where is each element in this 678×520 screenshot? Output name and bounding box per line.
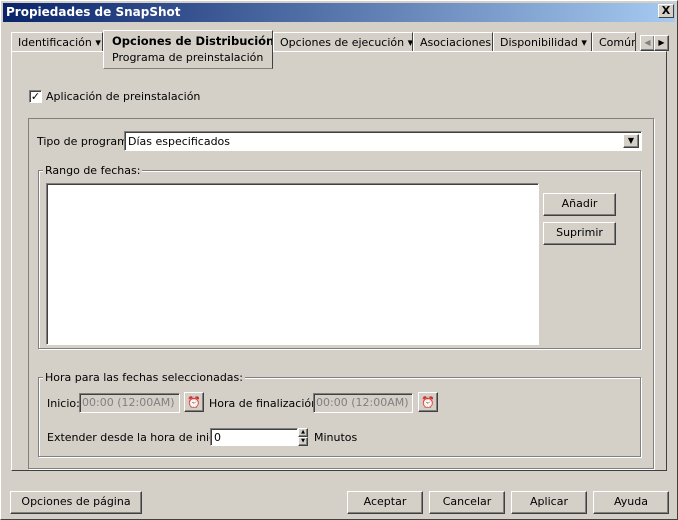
add-button[interactable]: Añadir [543,193,616,216]
tab-comun[interactable]: Común [592,32,636,52]
extend-minutes-field[interactable]: 0 [210,428,298,446]
end-time-field[interactable]: 00:00 (12:00AM) [313,393,413,413]
tab-opciones-distribucion[interactable]: Opciones de Distribución ▾ Programa de p… [103,30,273,69]
tab-label: Opciones de Distribución ▾ [112,34,273,48]
minutes-unit-label: Minutos [314,431,358,444]
tab-disponibilidad[interactable]: Disponibilidad ▾ [493,32,592,52]
ok-button[interactable]: Aceptar [347,491,423,514]
end-clock-button[interactable]: ⏰ [418,392,438,412]
chevron-down-icon[interactable]: ▼ [623,134,639,148]
title-bar: Propiedades de SnapShot [3,3,675,22]
preinstall-checkbox-label: Aplicación de preinstalación [46,90,201,103]
time-group: Hora para las fechas seleccionadas: [38,371,641,457]
window-title: Propiedades de SnapShot [6,5,181,19]
tab-identificacion[interactable]: Identificación ▾ [11,32,103,52]
end-label: Hora de finalización: [209,397,322,410]
start-clock-button[interactable]: ⏰ [184,392,204,412]
apply-button[interactable]: Aplicar [511,491,587,514]
cancel-button[interactable]: Cancelar [429,491,505,514]
start-time-field[interactable]: 00:00 (12:00AM) [79,393,180,413]
time-legend: Hora para las fechas seleccionadas: [43,371,245,384]
tab-scroll-left-button[interactable]: ◀ [640,35,655,51]
start-label: Inicio: [47,397,80,410]
schedule-type-value: Días especificados [128,135,231,148]
date-range-legend: Rango de fechas: [43,164,143,177]
date-range-list[interactable] [46,183,539,345]
tab-scroll-right-button[interactable]: ▶ [654,35,669,51]
alarm-clock-icon: ⏰ [187,395,201,409]
delete-button[interactable]: Suprimir [543,222,616,245]
subpage-programa-preinstalacion[interactable]: Programa de preinstalación [112,51,264,64]
tab-opciones-ejecucion[interactable]: Opciones de ejecución ▾ [273,32,413,52]
properties-dialog: Propiedades de SnapShot X Identificación… [0,0,678,520]
help-button[interactable]: Ayuda [593,491,669,514]
alarm-clock-icon: ⏰ [421,395,435,409]
spinner-up-button[interactable]: ▲ [298,428,308,437]
schedule-type-select[interactable]: Días especificados ▼ [124,131,642,151]
page-options-button[interactable]: Opciones de página [10,491,142,514]
extend-label: Extender desde la hora de inicio: [47,431,229,444]
close-button[interactable]: X [658,4,674,18]
spinner-down-button[interactable]: ▼ [298,437,308,446]
preinstall-checkbox[interactable]: ✓ [29,90,42,103]
tab-asociaciones[interactable]: Asociaciones [413,32,493,52]
